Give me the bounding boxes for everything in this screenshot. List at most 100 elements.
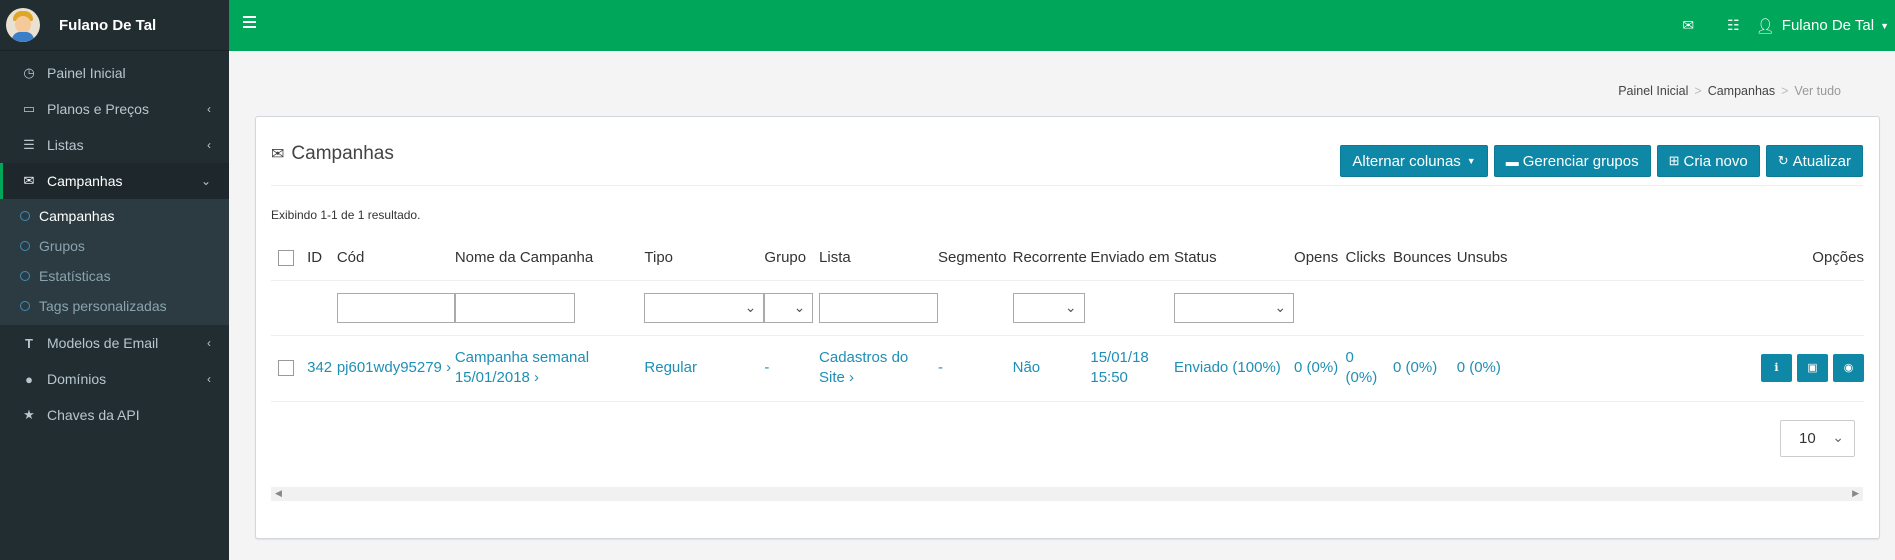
user-menu[interactable]: 👤︎ Fulano De Tal ▼ bbox=[1756, 17, 1895, 35]
cell-opens: 0 (0%) bbox=[1294, 335, 1346, 402]
filter-cod-input[interactable] bbox=[336, 292, 455, 323]
cell-lista-line: Site › bbox=[819, 369, 855, 386]
filter-recorrente-select[interactable]: ⌄ bbox=[1012, 292, 1085, 323]
column-header-unsubs[interactable]: Unsubs bbox=[1456, 236, 1552, 281]
results-summary: Exibindo 1-1 de 1 resultado. bbox=[271, 208, 421, 222]
page-size-select[interactable]: 10 ⌄ bbox=[1780, 420, 1855, 457]
info-button[interactable]: ℹ bbox=[1761, 354, 1792, 382]
cell-id[interactable]: 342 bbox=[307, 335, 337, 402]
list-icon: ☰ bbox=[23, 137, 35, 152]
column-header-opens[interactable]: Opens bbox=[1294, 236, 1346, 281]
envelope-icon: ✉ bbox=[23, 173, 35, 188]
filter-nome-input[interactable] bbox=[454, 292, 575, 323]
sidebar-item-chaves-api[interactable]: ★ Chaves da API bbox=[0, 397, 229, 433]
star-icon: ★ bbox=[23, 407, 35, 422]
cell-lista-line: Cadastros do bbox=[819, 349, 909, 366]
cell-segmento: - bbox=[938, 335, 1013, 402]
filter-lista-input[interactable] bbox=[819, 292, 939, 323]
sidebar-item-campanhas[interactable]: ✉ Campanhas ⌄ bbox=[0, 163, 229, 199]
column-header-id[interactable]: ID bbox=[307, 236, 337, 281]
cell-lista[interactable]: Cadastros do Site › bbox=[819, 335, 939, 402]
filter-tipo-select[interactable]: ⌄ bbox=[644, 292, 765, 323]
cell-nome-line: Campanha semanal bbox=[454, 349, 590, 366]
cell-clicks-line: (0%) bbox=[1345, 369, 1378, 386]
user-panel: Fulano De Tal bbox=[0, 0, 229, 51]
sidebar-item-label: Painel Inicial bbox=[47, 65, 126, 81]
cell-enviado-line: 15:50 bbox=[1090, 369, 1128, 386]
text-icon: T bbox=[25, 335, 33, 351]
sidebar-item-modelos-email[interactable]: T Modelos de Email ‹ bbox=[0, 325, 229, 361]
menu-toggle-icon[interactable] bbox=[243, 16, 256, 31]
sidebar-item-planos-precos[interactable]: ▭ Planos e Preços ‹ bbox=[0, 91, 229, 127]
page-title: ✉ Campanhas bbox=[271, 143, 394, 165]
envelope-icon[interactable]: ✉ bbox=[1666, 17, 1711, 34]
circle-icon bbox=[20, 271, 30, 281]
app: Fulano De Tal ◷ Painel Inicial ▭ Planos … bbox=[0, 0, 1895, 560]
breadcrumb-separator: > bbox=[1694, 84, 1702, 98]
sidebar-item-label: Chaves da API bbox=[47, 407, 140, 423]
sidebar-item-listas[interactable]: ☰ Listas ‹ bbox=[0, 127, 229, 163]
column-header-grupo[interactable]: Grupo bbox=[764, 236, 820, 281]
plus-square-icon: ⊞ bbox=[1668, 153, 1680, 168]
cell-recorrente: Não bbox=[1012, 335, 1091, 402]
breadcrumb-home[interactable]: Painel Inicial bbox=[1618, 84, 1688, 98]
caret-down-icon: ▼ bbox=[1880, 20, 1889, 31]
tasks-icon[interactable]: ☷ bbox=[1711, 17, 1756, 34]
sidebar-subitem-grupos[interactable]: Grupos bbox=[0, 231, 229, 261]
cell-grupo: - bbox=[764, 335, 820, 402]
report-button[interactable]: ▣ bbox=[1797, 354, 1828, 382]
sidebar-subitem-estatisticas[interactable]: Estatísticas bbox=[0, 261, 229, 291]
sidebar-subitem-label: Estatísticas bbox=[39, 268, 111, 284]
column-header-tipo[interactable]: Tipo bbox=[644, 236, 765, 281]
chevron-left-icon: ‹ bbox=[207, 336, 211, 350]
breadcrumb-section[interactable]: Campanhas bbox=[1708, 84, 1775, 98]
cell-nome[interactable]: Campanha semanal 15/01/2018 › bbox=[454, 335, 645, 402]
sidebar-item-painel-inicial[interactable]: ◷ Painel Inicial bbox=[0, 55, 229, 91]
view-button[interactable]: ◉ bbox=[1833, 354, 1864, 382]
chevron-down-icon: ⌄ bbox=[1274, 298, 1287, 315]
manage-groups-button[interactable]: ▬ Gerenciar grupos bbox=[1493, 145, 1651, 177]
column-header-status[interactable]: Status bbox=[1174, 236, 1295, 281]
horizontal-scrollbar[interactable]: ◀ ▶ bbox=[271, 487, 1863, 501]
column-header-bounces[interactable]: Bounces bbox=[1393, 236, 1457, 281]
sidebar-item-dominios[interactable]: ● Domínios ‹ bbox=[0, 361, 229, 397]
filter-grupo-select[interactable]: ⌄ bbox=[764, 292, 814, 323]
scroll-left-icon[interactable]: ◀ bbox=[275, 488, 282, 499]
column-header-segmento[interactable]: Segmento bbox=[938, 236, 1013, 281]
create-new-button[interactable]: ⊞ Cria novo bbox=[1656, 145, 1760, 177]
cell-tipo: Regular bbox=[644, 335, 765, 402]
button-label: Cria novo bbox=[1683, 152, 1748, 170]
page-title-text: Campanhas bbox=[291, 143, 394, 164]
chevron-down-icon: ⌄ bbox=[793, 298, 806, 315]
sidebar: Fulano De Tal ◷ Painel Inicial ▭ Planos … bbox=[0, 0, 229, 560]
cell-nome-line: 15/01/2018 › bbox=[454, 369, 540, 386]
sidebar-subitem-label: Grupos bbox=[39, 238, 85, 254]
cell-status: Enviado (100%) bbox=[1174, 335, 1295, 402]
button-label: Gerenciar grupos bbox=[1522, 152, 1639, 170]
credit-card-icon: ▭ bbox=[22, 101, 36, 116]
filter-status-select[interactable]: ⌄ bbox=[1174, 292, 1295, 323]
scroll-right-icon[interactable]: ▶ bbox=[1852, 488, 1859, 499]
column-header-clicks[interactable]: Clicks bbox=[1345, 236, 1394, 281]
chevron-left-icon: ‹ bbox=[207, 102, 211, 116]
refresh-button[interactable]: ↻ Atualizar bbox=[1765, 145, 1863, 177]
toggle-columns-button[interactable]: Alternar colunas ▼ bbox=[1340, 145, 1488, 177]
select-all-checkbox[interactable] bbox=[278, 250, 294, 267]
column-header-nome[interactable]: Nome da Campanha bbox=[454, 236, 645, 281]
row-checkbox[interactable] bbox=[278, 360, 294, 377]
sidebar-subitem-tags[interactable]: Tags personalizadas bbox=[0, 291, 229, 321]
refresh-icon: ↻ bbox=[1777, 153, 1789, 168]
cell-cod[interactable]: pj601wdy95279 › bbox=[336, 335, 455, 402]
user-icon: 👤︎ bbox=[1755, 17, 1775, 35]
dashboard-icon: ◷ bbox=[23, 65, 35, 80]
cell-bounces: 0 (0%) bbox=[1393, 335, 1457, 402]
sidebar-subitem-campanhas[interactable]: Campanhas bbox=[0, 201, 229, 231]
envelope-icon: ✉ bbox=[271, 146, 285, 163]
column-header-enviado[interactable]: Enviado em bbox=[1090, 236, 1175, 281]
column-header-lista[interactable]: Lista bbox=[819, 236, 939, 281]
filter-row: ⌄ ⌄ ⌄ ⌄ bbox=[271, 280, 1864, 336]
column-header-recorrente[interactable]: Recorrente bbox=[1012, 236, 1091, 281]
top-navbar: ✉ ☷ 👤︎ Fulano De Tal ▼ bbox=[229, 0, 1895, 51]
column-header-cod[interactable]: Cód bbox=[336, 236, 455, 281]
breadcrumb-current: Ver tudo bbox=[1794, 84, 1841, 98]
